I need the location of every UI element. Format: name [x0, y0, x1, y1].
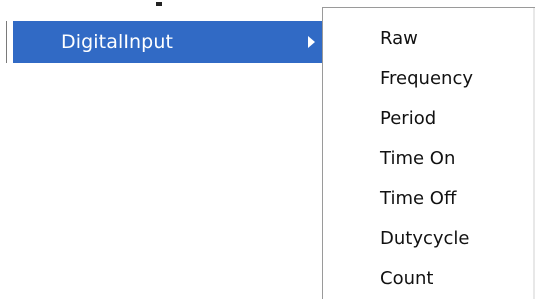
submenu-item-label: Frequency [380, 68, 473, 89]
menu-top-edge [0, 0, 330, 9]
submenu-item-label: Raw [380, 28, 418, 49]
digitalinput-submenu: Raw Frequency Period Time On Time Off Du… [322, 7, 535, 299]
submenu-item-label: Time Off [380, 188, 457, 209]
submenu-item-count[interactable]: Count [323, 259, 528, 299]
submenu-item-label: Dutycycle [380, 228, 470, 249]
menu-left-border [6, 21, 7, 63]
menu-item-digitalinput[interactable]: DigitalInput [13, 21, 327, 63]
submenu-item-dutycycle[interactable]: Dutycycle [323, 219, 528, 259]
menu-item-label: DigitalInput [61, 31, 174, 53]
submenu-shadow [533, 8, 535, 299]
submenu-item-time-on[interactable]: Time On [323, 139, 528, 179]
submenu-item-frequency[interactable]: Frequency [323, 59, 528, 99]
menu-edge-artifact [156, 2, 162, 6]
submenu-item-label: Time On [380, 148, 456, 169]
parent-menu: DigitalInput [0, 9, 334, 299]
submenu-arrow-right-icon [308, 36, 315, 48]
submenu-item-label: Count [380, 268, 434, 289]
submenu-item-period[interactable]: Period [323, 99, 528, 139]
submenu-item-raw[interactable]: Raw [323, 19, 528, 59]
submenu-item-label: Period [380, 108, 437, 129]
submenu-item-time-off[interactable]: Time Off [323, 179, 528, 219]
